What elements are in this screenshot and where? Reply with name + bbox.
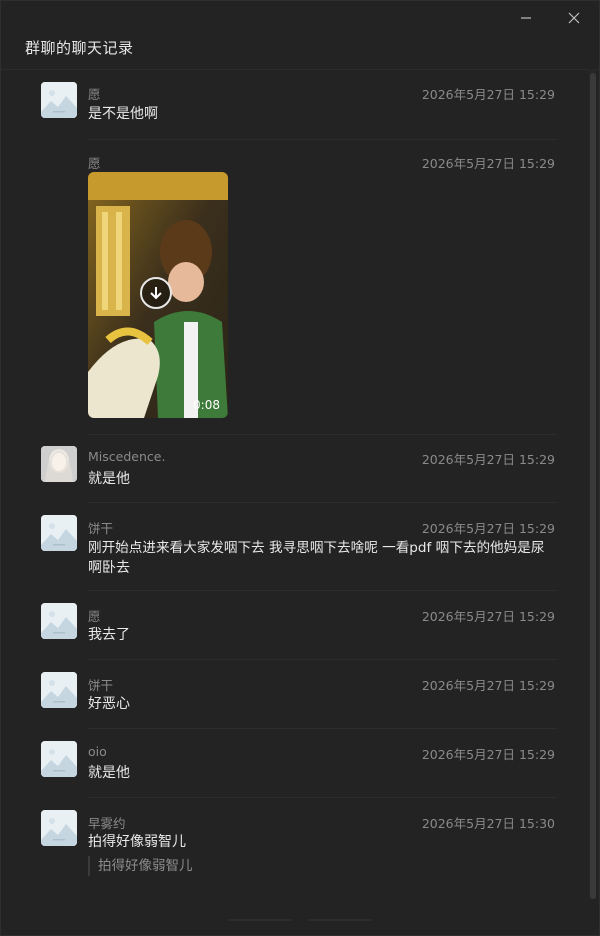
image-placeholder-icon: [41, 672, 77, 708]
message-time: 2026年5月27日 15:30: [421, 816, 555, 831]
chat-history-window: 群聊的聊天记录 愿 2026年5月27日 15:29 是不是他啊 愿 2026年…: [0, 0, 600, 936]
message-text: 就是他: [88, 471, 130, 487]
avatar[interactable]: [41, 446, 77, 482]
message-time: 2026年5月27日 15:29: [421, 609, 555, 624]
download-icon[interactable]: [140, 277, 172, 309]
close-button[interactable]: [563, 7, 585, 29]
profile-photo-icon: [41, 446, 77, 482]
image-placeholder-icon: [41, 810, 77, 846]
window-title: 群聊的聊天记录: [25, 39, 134, 57]
sender-name: 愿: [88, 87, 101, 102]
bottom-indicator: [229, 919, 371, 921]
message-divider: [88, 797, 557, 798]
message-divider: [88, 590, 557, 591]
close-icon: [568, 12, 580, 24]
window-controls: [515, 7, 585, 29]
message-text: 刚开始点进来看大家发咽下去 我寻思咽下去啥呢 一看pdf 咽下去的他妈是尿: [88, 540, 545, 556]
sender-name: oio: [88, 744, 107, 759]
video-duration: 0:08: [193, 398, 220, 412]
message-time: 2026年5月27日 15:29: [421, 87, 555, 102]
image-placeholder-icon: [41, 741, 77, 777]
sender-name: 愿: [88, 609, 101, 624]
message-text: 是不是他啊: [88, 106, 158, 122]
indicator-segment: [309, 919, 371, 921]
avatar[interactable]: [41, 603, 77, 639]
message-time: 2026年5月27日 15:29: [421, 678, 555, 693]
sender-name: Miscedence.: [88, 449, 166, 464]
message-divider: [88, 728, 557, 729]
scroll-thumb[interactable]: [590, 73, 596, 899]
message-divider: [88, 659, 557, 660]
avatar[interactable]: [41, 82, 77, 118]
image-placeholder-icon: [41, 82, 77, 118]
message-text: 就是他: [88, 765, 130, 781]
avatar[interactable]: [41, 515, 77, 551]
message-time: 2026年5月27日 15:29: [421, 747, 555, 762]
title-divider: [1, 69, 599, 70]
avatar[interactable]: [41, 810, 77, 846]
image-placeholder-icon: [41, 515, 77, 551]
avatar[interactable]: [41, 741, 77, 777]
image-placeholder-icon: [41, 603, 77, 639]
sender-name: 愿: [88, 156, 101, 171]
message-text: 啊卧去: [88, 560, 130, 576]
message-text: 我去了: [88, 627, 130, 643]
message-divider: [88, 139, 557, 140]
avatar[interactable]: [41, 672, 77, 708]
message-time: 2026年5月27日 15:29: [421, 452, 555, 467]
sender-name: 饼干: [88, 678, 114, 693]
message-text: 好恶心: [88, 696, 130, 712]
minimize-button[interactable]: [515, 7, 537, 29]
indicator-segment: [229, 919, 291, 921]
quoted-message: 拍得好像弱智儿: [88, 856, 193, 876]
sender-name: 早雾约: [88, 816, 126, 831]
scrollbar[interactable]: [589, 69, 596, 899]
message-time: 2026年5月27日 15:29: [421, 156, 555, 171]
sender-name: 饼干: [88, 521, 114, 536]
message-time: 2026年5月27日 15:29: [421, 521, 555, 536]
message-divider: [88, 502, 557, 503]
video-thumbnail[interactable]: 0:08: [88, 172, 228, 418]
minimize-icon: [521, 17, 531, 19]
message-text: 拍得好像弱智儿: [88, 834, 186, 850]
message-divider: [88, 434, 557, 435]
